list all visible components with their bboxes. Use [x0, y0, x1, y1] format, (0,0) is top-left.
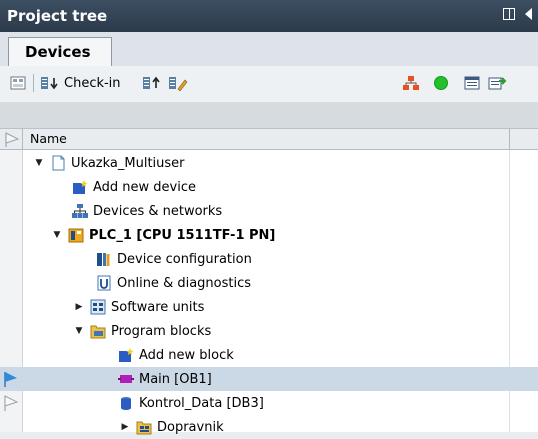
project-tree: ▼ Ukazka_Multiuser Add new device Device… — [0, 150, 538, 435]
flag-column-header[interactable] — [0, 129, 23, 149]
project-view-icon[interactable] — [10, 74, 26, 92]
checkin-label: Check-in — [64, 75, 121, 91]
tab-devices[interactable]: Devices — [8, 37, 112, 66]
tree-item-label: Device configuration — [117, 251, 252, 267]
tree-item-device-configuration[interactable]: Device configuration — [0, 247, 538, 271]
tab-strip: Devices — [0, 32, 538, 67]
tree-item-program-blocks[interactable]: ▼ Program blocks — [0, 319, 538, 343]
plc-icon — [68, 227, 84, 243]
tree-header: Name — [0, 129, 538, 150]
tree-item-project[interactable]: ▼ Ukazka_Multiuser — [0, 151, 538, 175]
tree-item-label: Ukazka_Multiuser — [71, 155, 185, 171]
expanded-arrow-icon[interactable]: ▼ — [74, 326, 84, 336]
tree-item-label: Add new block — [139, 347, 234, 363]
name-column-header[interactable]: Name — [30, 131, 67, 146]
toolbar-separator — [33, 74, 34, 92]
tree-item-devices-networks[interactable]: Devices & networks — [0, 199, 538, 223]
online-status-icon[interactable] — [433, 74, 449, 92]
tree-item-label: Add new device — [93, 179, 197, 195]
device-config-icon — [96, 251, 112, 267]
tree-item-label: Program blocks — [111, 323, 212, 339]
export-icon[interactable] — [488, 74, 508, 92]
expanded-arrow-icon[interactable]: ▼ — [52, 230, 62, 240]
folder-icon — [90, 323, 106, 339]
tree-item-software-units[interactable]: ▶ Software units — [0, 295, 538, 319]
expanded-arrow-icon[interactable]: ▼ — [34, 158, 44, 168]
tree-item-dopravnik[interactable]: ▶ Dopravnik — [0, 415, 538, 439]
collapse-panel-icon[interactable] — [525, 8, 532, 20]
software-units-icon — [90, 299, 106, 315]
overview-icon[interactable] — [464, 74, 480, 92]
collapsed-arrow-icon[interactable]: ▶ — [74, 302, 84, 312]
tree-item-kontrol-data[interactable]: Kontrol_Data [DB3] — [0, 391, 538, 415]
column-divider — [509, 129, 510, 149]
checkout-icon[interactable] — [142, 74, 162, 92]
titlebar-controls — [503, 8, 532, 20]
tree-item-add-new-block[interactable]: Add new block — [0, 343, 538, 367]
network-icon — [72, 203, 88, 219]
toolbar: Check-in — [0, 66, 538, 102]
tree-item-label: Online & diagnostics — [117, 275, 252, 291]
checkin-button[interactable]: Check-in — [40, 74, 121, 92]
db-block-icon — [118, 395, 134, 411]
tree-item-label: Main [OB1] — [139, 371, 212, 387]
group-folder-icon — [136, 419, 152, 435]
tree-item-label: Devices & networks — [93, 203, 223, 219]
tree-item-label: PLC_1 [CPU 1511TF-1 PN] — [89, 227, 276, 243]
flag-marker-icon[interactable] — [3, 371, 19, 391]
tree-item-label: Software units — [111, 299, 205, 315]
tree-item-plc[interactable]: ▼ PLC_1 [CPU 1511TF-1 PN] — [0, 223, 538, 247]
panel-titlebar: Project tree — [0, 0, 538, 32]
network-view-icon[interactable] — [402, 74, 420, 92]
tree-item-add-new-device[interactable]: Add new device — [0, 175, 538, 199]
edit-list-icon[interactable] — [168, 74, 188, 92]
tree-item-main-ob1[interactable]: Main [OB1] — [0, 367, 538, 391]
toolbar-spacer — [0, 102, 538, 129]
tree-item-label: Kontrol_Data [DB3] — [139, 395, 264, 411]
add-device-icon — [72, 179, 88, 195]
ob-block-icon — [118, 371, 134, 387]
diagnostics-icon — [96, 275, 112, 291]
flag-icon — [5, 132, 20, 147]
flag-marker-icon[interactable] — [3, 395, 19, 415]
checkin-icon — [41, 77, 58, 90]
collapsed-arrow-icon[interactable]: ▶ — [120, 422, 130, 432]
tree-item-label: Dopravnik — [157, 419, 224, 435]
panel-title: Project tree — [7, 7, 108, 25]
tree-item-online-diagnostics[interactable]: Online & diagnostics — [0, 271, 538, 295]
maximize-panel-icon[interactable] — [503, 8, 515, 20]
project-icon — [50, 155, 66, 171]
add-block-icon — [118, 347, 134, 363]
